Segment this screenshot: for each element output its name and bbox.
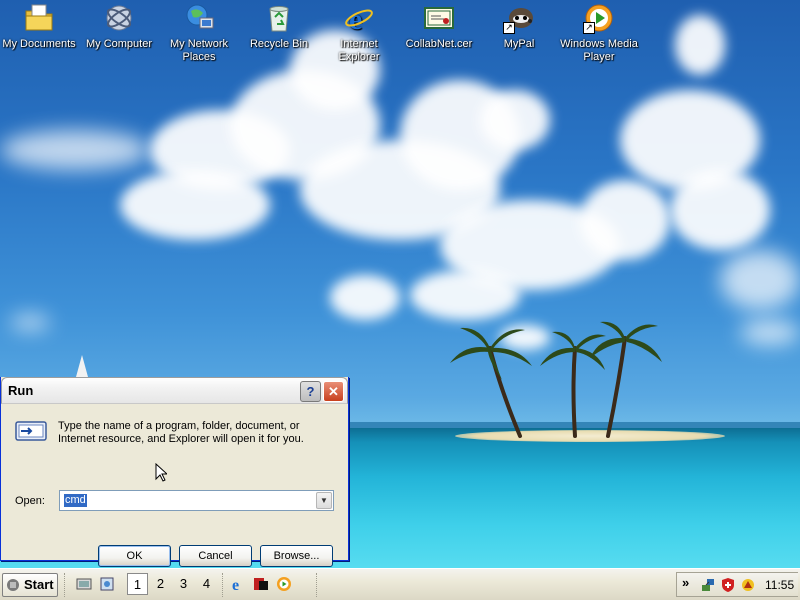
cloud xyxy=(410,270,520,320)
desktop-icon-label: Recycle Bin xyxy=(249,38,309,50)
run-body: Type the name of a program, folder, docu… xyxy=(1,404,348,567)
desktop-icon-my-documents[interactable]: My Documents xyxy=(0,2,79,51)
cloud xyxy=(0,130,150,170)
desktop-icon-internet-explorer[interactable]: e Internet Explorer xyxy=(319,2,399,64)
svg-text:e: e xyxy=(349,3,362,34)
shortcut-arrow-icon: ↗ xyxy=(583,22,595,34)
recycle-bin-icon xyxy=(263,2,295,34)
sailboat-icon xyxy=(76,355,88,377)
taskbar-separator xyxy=(222,573,226,597)
cloud xyxy=(580,180,670,260)
system-tray: » 11:55 xyxy=(676,572,798,597)
my-computer-icon xyxy=(103,2,135,34)
internet-explorer-icon: e xyxy=(343,2,375,34)
desktop-icon-label: My Network Places xyxy=(169,38,229,63)
internet-explorer-quicklaunch-icon[interactable]: e xyxy=(230,576,246,592)
cloud xyxy=(670,170,770,250)
cloud xyxy=(675,15,725,75)
desktop-icon-label: My Computer xyxy=(85,38,153,50)
network-tray-icon[interactable] xyxy=(700,577,716,593)
close-button[interactable]: ✕ xyxy=(323,381,344,402)
run-title: Run xyxy=(8,383,34,398)
desktop-icon-recycle-bin[interactable]: Recycle Bin xyxy=(239,2,319,51)
cloud xyxy=(720,250,800,310)
palm-trees xyxy=(450,321,662,438)
open-input[interactable]: cmd xyxy=(64,494,87,507)
desktop-icon-windows-media-player[interactable]: ↗ Windows Media Player xyxy=(559,2,639,64)
desktop-icon-label: Internet Explorer xyxy=(338,38,380,63)
svg-text:e: e xyxy=(232,577,239,592)
start-label: Start xyxy=(24,577,54,592)
start-button[interactable]: Start xyxy=(2,573,58,597)
browse-button[interactable]: Browse... xyxy=(260,545,333,567)
desktop-icon-collabnet-cer[interactable]: CollabNet.cer xyxy=(399,2,479,51)
workspace-1-button[interactable]: 1 xyxy=(127,573,148,595)
cloud xyxy=(740,320,800,345)
taskbar-separator xyxy=(316,573,320,597)
desktop-icon-label: My Documents xyxy=(2,38,76,50)
security-shield-tray-icon[interactable] xyxy=(720,577,736,593)
desktop-icon-mypal[interactable]: ↗ MyPal xyxy=(479,2,559,51)
antivirus-tray-icon[interactable] xyxy=(740,577,756,593)
cloud xyxy=(330,275,400,320)
windows-media-player-icon: ↗ xyxy=(583,2,615,34)
help-button[interactable]: ? xyxy=(300,381,321,402)
cloud xyxy=(120,170,270,240)
taskbar: Start 1 2 3 4 e » 11:55 xyxy=(0,568,800,600)
run-dialog[interactable]: Run ? ✕ Type the name of a program, fold… xyxy=(0,377,349,567)
shortcut-arrow-icon: ↗ xyxy=(503,22,515,34)
open-combobox[interactable]: cmd ▼ xyxy=(59,490,334,511)
mypal-icon: ↗ xyxy=(503,2,535,34)
combo-dropdown-button[interactable]: ▼ xyxy=(316,492,332,509)
screenshot-tool-icon[interactable] xyxy=(99,576,115,592)
workspace-4-button[interactable]: 4 xyxy=(196,573,217,595)
certificate-icon xyxy=(423,2,455,34)
my-network-places-icon xyxy=(183,2,215,34)
run-titlebar[interactable]: Run ? ✕ xyxy=(1,377,348,404)
desktop-icon-label: Windows Media Player xyxy=(560,38,638,63)
run-description: Type the name of a program, folder, docu… xyxy=(58,420,304,445)
tray-expand-button[interactable]: » xyxy=(682,575,689,590)
run-icon xyxy=(15,421,47,441)
workspace-3-button[interactable]: 3 xyxy=(173,573,194,595)
desktop-icon-label: CollabNet.cer xyxy=(405,38,473,50)
desktop-icon-label: MyPal xyxy=(503,38,535,50)
windows-media-player-quicklaunch-icon[interactable] xyxy=(276,576,292,592)
clock[interactable]: 11:55 xyxy=(765,578,794,592)
cancel-button[interactable]: Cancel xyxy=(179,545,252,567)
desktop-icon-my-computer[interactable]: My Computer xyxy=(79,2,159,51)
desktop-icon-my-network-places[interactable]: My Network Places xyxy=(159,2,239,64)
mouse-cursor-icon xyxy=(155,463,167,482)
cloud xyxy=(10,315,50,330)
ok-button[interactable]: OK xyxy=(98,545,171,567)
my-documents-icon xyxy=(23,2,55,34)
workspace-2-button[interactable]: 2 xyxy=(150,573,171,595)
media-app-quicklaunch-icon[interactable] xyxy=(253,576,269,592)
cloud xyxy=(480,90,550,150)
show-desktop-icon[interactable] xyxy=(76,576,92,592)
taskbar-separator xyxy=(64,573,68,597)
start-logo-icon xyxy=(7,579,19,591)
open-label: Open: xyxy=(15,495,45,507)
